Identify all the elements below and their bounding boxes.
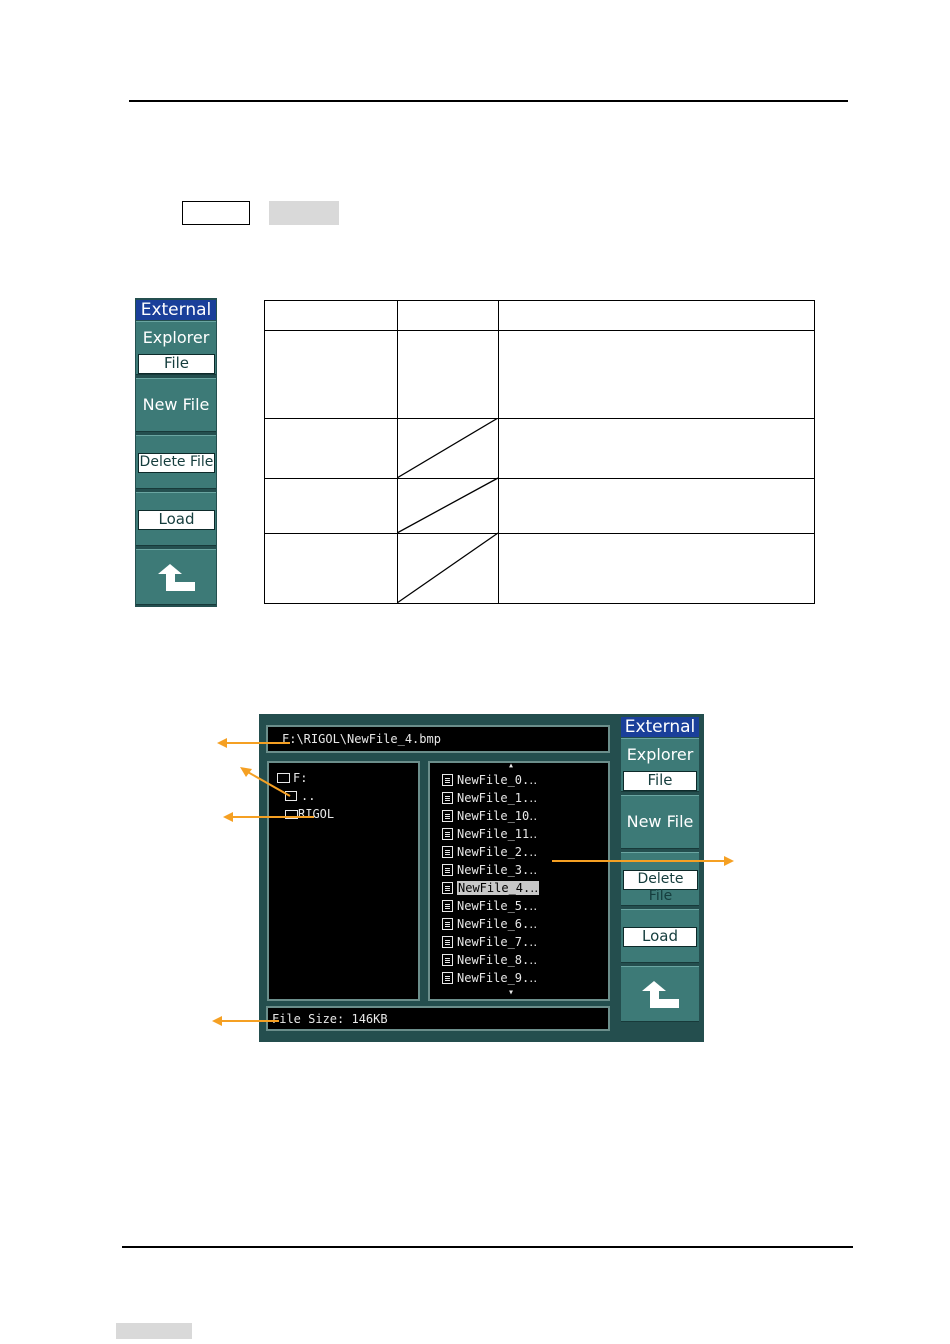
file-icon — [442, 882, 453, 894]
file-icon — [442, 810, 453, 822]
file-name: NewFile_1.‥ — [457, 791, 538, 805]
menu-key-box — [269, 201, 339, 225]
tree-folder-label: RIGOL — [298, 807, 335, 821]
explorer-menu-explorer-label: Explorer — [626, 745, 694, 764]
scroll-up-icon[interactable]: ▴ — [508, 760, 514, 771]
load-button[interactable]: Load — [136, 492, 216, 546]
file-icon — [442, 846, 453, 858]
explorer-value: File — [138, 354, 215, 374]
arrow-left-icon — [212, 1016, 222, 1026]
file-icon — [442, 792, 453, 804]
file-list-item[interactable]: NewFile_7.‥ — [442, 933, 537, 951]
file-icon — [442, 864, 453, 876]
file-size-text: File Size: 146KB — [272, 1012, 388, 1026]
explorer-screen: F:\RIGOL\NewFile_4.bmp F: .. RIGOL ▴ New… — [259, 714, 704, 1042]
explorer-menu-title: External — [621, 717, 699, 737]
footer-rule — [122, 1246, 853, 1248]
file-name: NewFile_8.‥ — [457, 953, 538, 967]
new-file-label: New File — [142, 395, 210, 414]
file-name: NewFile_6.‥ — [457, 917, 538, 931]
file-icon — [442, 900, 453, 912]
file-name: NewFile_10‥ — [457, 809, 538, 823]
status-bar: File Size: 146KB — [266, 1006, 610, 1031]
file-list-item[interactable]: NewFile_6.‥ — [442, 915, 537, 933]
file-name: NewFile_11‥ — [457, 827, 538, 841]
file-icon — [442, 972, 453, 984]
callout-file-list-line — [552, 860, 724, 862]
return-arrow-icon — [158, 564, 195, 591]
callout-path-line — [226, 742, 290, 744]
file-list-item[interactable]: NewFile_0.‥ — [442, 771, 537, 789]
file-list-item[interactable]: NewFile_8.‥ — [442, 951, 537, 969]
front-panel-key-box — [182, 201, 250, 225]
file-list[interactable]: ▴ NewFile_0.‥ NewFile_1.‥ NewFile_10‥ NewFi… — [428, 760, 610, 1001]
path-text: F:\RIGOL\NewFile_4.bmp — [282, 732, 441, 746]
explorer-menu-new-file-button[interactable]: New File — [621, 795, 699, 849]
file-icon — [442, 954, 453, 966]
file-name: NewFile_7.‥ — [457, 935, 538, 949]
footer-tab — [116, 1323, 192, 1339]
explorer-menu-explorer-button[interactable]: Explorer File — [621, 738, 699, 792]
menu-panel-small: External Explorer File New File Delete F… — [135, 298, 217, 607]
explorer-menu: External Explorer File New File Delete F… — [621, 714, 703, 1042]
file-icon — [442, 918, 453, 930]
arrow-left-icon — [223, 812, 233, 822]
file-name: NewFile_5.‥ — [457, 899, 538, 913]
callout-status-line — [221, 1020, 279, 1022]
file-list-item[interactable]: NewFile_1.‥ — [442, 789, 537, 807]
file-list-item[interactable]: NewFile_5.‥ — [442, 897, 537, 915]
arrow-left-icon — [217, 738, 227, 748]
file-list-item[interactable]: NewFile_10‥ — [442, 807, 537, 825]
file-list-item[interactable]: NewFile_4.‥ — [442, 879, 540, 897]
file-name: NewFile_0.‥ — [457, 773, 538, 787]
arrow-right-icon — [724, 856, 734, 866]
callout-parent-line — [240, 767, 291, 797]
callout-folder-line — [232, 816, 314, 818]
path-bar: F:\RIGOL\NewFile_4.bmp — [266, 725, 610, 753]
explorer-menu-new-file-label: New File — [626, 812, 694, 831]
load-label: Load — [138, 510, 215, 530]
explorer-menu-load-button[interactable]: Load — [621, 909, 699, 963]
tree-folder[interactable]: RIGOL — [285, 807, 334, 821]
file-icon — [442, 828, 453, 840]
file-name: NewFile_4.‥ — [457, 881, 540, 895]
new-file-button[interactable]: New File — [136, 378, 216, 432]
back-button[interactable] — [136, 549, 216, 605]
delete-file-label: Delete File — [138, 453, 215, 473]
explorer-menu-explorer-value: File — [623, 771, 697, 791]
file-icon — [442, 936, 453, 948]
tree-parent-label: .. — [301, 789, 316, 803]
delete-file-button[interactable]: Delete File — [136, 435, 216, 489]
explorer-menu-load-label: Load — [623, 927, 697, 947]
file-list-item[interactable]: NewFile_9.‥ — [442, 969, 537, 987]
file-name: NewFile_2.‥ — [457, 845, 538, 859]
file-list-item[interactable]: NewFile_11‥ — [442, 825, 537, 843]
file-list-item[interactable]: NewFile_3.‥ — [442, 861, 537, 879]
explorer-button[interactable]: Explorer File — [136, 321, 216, 375]
return-arrow-icon — [642, 981, 679, 1008]
file-name: NewFile_9.‥ — [457, 971, 538, 985]
menu-title: External — [136, 300, 216, 320]
explorer-menu-back-button[interactable] — [621, 966, 699, 1022]
explorer-label: Explorer — [142, 328, 210, 347]
scroll-down-icon[interactable]: ▾ — [508, 987, 514, 998]
header-rule — [129, 100, 848, 102]
table-diagonal-lines — [397, 418, 499, 604]
explorer-menu-delete-file-label: Delete File — [623, 870, 698, 904]
file-icon — [442, 774, 453, 786]
file-list-item[interactable]: NewFile_2.‥ — [442, 843, 537, 861]
file-name: NewFile_3.‥ — [457, 863, 538, 877]
